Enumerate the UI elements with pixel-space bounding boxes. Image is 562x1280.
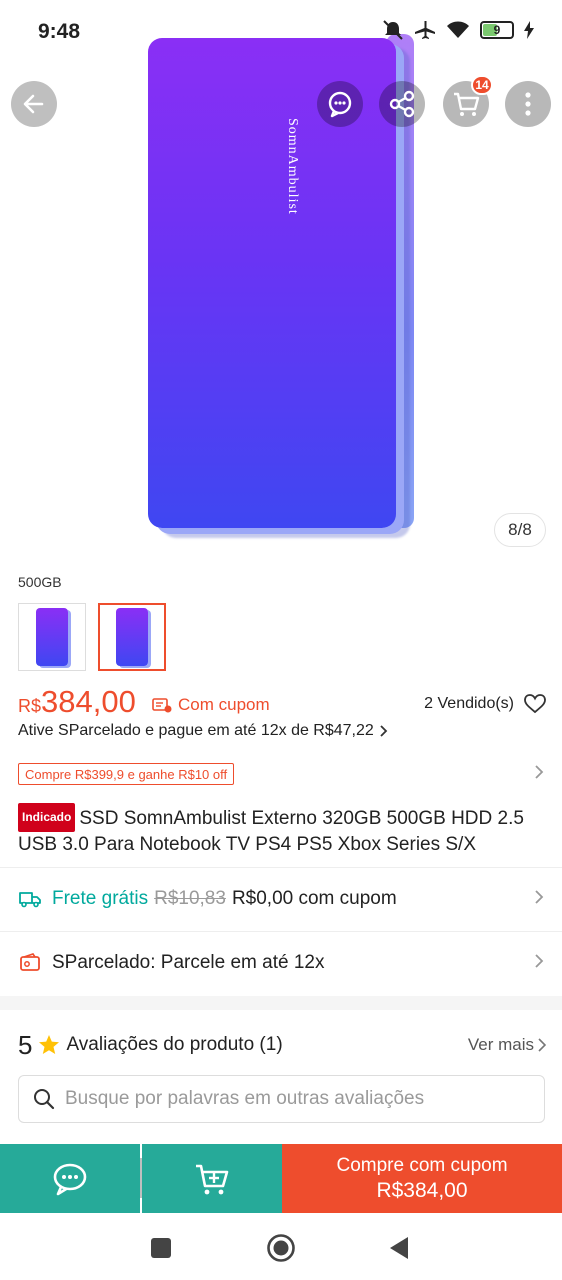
star-icon (39, 1035, 60, 1054)
status-time: 9:48 (38, 20, 81, 43)
free-shipping-label: Frete grátis (52, 888, 149, 909)
reviews-header: 5 Avaliações do produto (1) Ver mais (18, 1027, 546, 1063)
wallet-icon (18, 951, 42, 975)
sparcelado-row[interactable]: SParcelado: Parcele em até 12x (0, 931, 562, 995)
product-title: Indicado SSD SomnAmbulist Externo 320GB 5… (18, 803, 548, 857)
wifi-icon (447, 21, 469, 38)
variant-image (116, 608, 148, 666)
cart-button[interactable]: 14 (443, 75, 493, 127)
installments-link[interactable]: Ative SParcelado e pague em até 12x de R… (18, 722, 388, 740)
coupon-indicator: Com cupom (152, 695, 270, 715)
chevron-right-icon (380, 725, 388, 737)
add-to-cart-icon (196, 1164, 229, 1194)
shipping-row[interactable]: Frete grátis R$10,83 R$0,00 com cupom (0, 867, 562, 931)
chat-icon (53, 1163, 87, 1195)
sparcelado-text: SParcelado: Parcele em até 12x (52, 952, 325, 973)
variant-image (36, 608, 68, 666)
home-circle-icon (267, 1234, 295, 1262)
share-button[interactable] (379, 81, 425, 127)
chevron-right-icon (538, 1038, 546, 1052)
see-more-reviews-link[interactable]: Ver mais (468, 1035, 546, 1055)
buy-with-coupon-button[interactable]: Compre com cupom R$384,00 (282, 1144, 562, 1213)
buy-button-price: R$384,00 (376, 1178, 468, 1202)
variant-thumbnail[interactable] (18, 603, 86, 671)
sold-count: 2 Vendido(s) (424, 695, 514, 712)
more-vertical-icon (525, 92, 531, 116)
variant-thumbnail-selected[interactable] (98, 603, 166, 671)
section-separator (0, 996, 562, 1010)
buy-button-label: Compre com cupom (336, 1154, 508, 1176)
coupon-icon (152, 698, 172, 713)
mute-icon (383, 20, 403, 40)
add-to-cart-button[interactable] (142, 1144, 282, 1213)
action-bar: Compre com cupom R$384,00 (0, 1144, 562, 1213)
square-icon (151, 1238, 171, 1258)
review-search-box[interactable] (18, 1075, 545, 1123)
device-brand-text: SomnAmbulist (285, 118, 300, 215)
promo-chevron[interactable] (534, 764, 544, 785)
chevron-right-icon (535, 890, 544, 904)
share-icon (389, 90, 415, 118)
triangle-back-icon (390, 1237, 408, 1259)
back-button[interactable] (11, 81, 57, 127)
price-value: 384,00 (41, 684, 136, 719)
price-row: R$ 384,00 Com cupom 2 Vendido(s) (18, 684, 546, 720)
price-currency: R$ (18, 696, 42, 716)
search-icon (34, 1089, 55, 1110)
chevron-right-icon (535, 765, 544, 779)
shipping-old-price: R$10,83 (154, 888, 226, 909)
promo-tag[interactable]: Compre R$399,9 e ganhe R$10 off (18, 763, 235, 785)
cart-count-badge: 14 (471, 75, 493, 95)
image-counter: 8/8 (494, 513, 546, 547)
chevron-right-icon (535, 954, 544, 968)
status-bar: 9:48 9 (0, 0, 562, 66)
recommended-badge: Indicado (18, 803, 76, 832)
charging-icon (524, 21, 534, 39)
heart-icon (524, 694, 546, 714)
chat-icon (328, 91, 352, 118)
chat-now-button[interactable] (0, 1144, 140, 1213)
arrow-left-icon (23, 94, 44, 114)
battery-icon: 9 (480, 21, 514, 39)
chat-seller-button[interactable] (317, 81, 363, 127)
more-options-button[interactable] (505, 81, 551, 127)
truck-icon (18, 887, 42, 911)
product-title-text: SSD SomnAmbulist Externo 320GB 500GB HDD… (18, 808, 524, 855)
variant-label: 500GB (18, 574, 62, 590)
coupon-label: Com cupom (178, 695, 270, 714)
price: R$ 384,00 (18, 684, 136, 720)
status-icons: 9 (382, 20, 534, 40)
system-nav-bar (0, 1213, 562, 1280)
review-search-input[interactable] (65, 1088, 525, 1110)
installments-text: Ative SParcelado e pague em até 12x de R… (18, 722, 374, 739)
battery-level: 9 (493, 23, 501, 37)
favorite-button[interactable] (524, 694, 546, 719)
airplane-icon (415, 21, 435, 39)
recent-apps-button[interactable] (144, 1231, 178, 1265)
see-more-label: Ver mais (467, 1035, 534, 1054)
reviews-title: Avaliações do produto (1) (66, 1034, 283, 1055)
system-back-button[interactable] (382, 1231, 416, 1265)
rating-value: 5 (18, 1029, 33, 1060)
home-button[interactable] (264, 1231, 298, 1265)
shipping-new-price: R$0,00 com cupom (231, 888, 397, 909)
